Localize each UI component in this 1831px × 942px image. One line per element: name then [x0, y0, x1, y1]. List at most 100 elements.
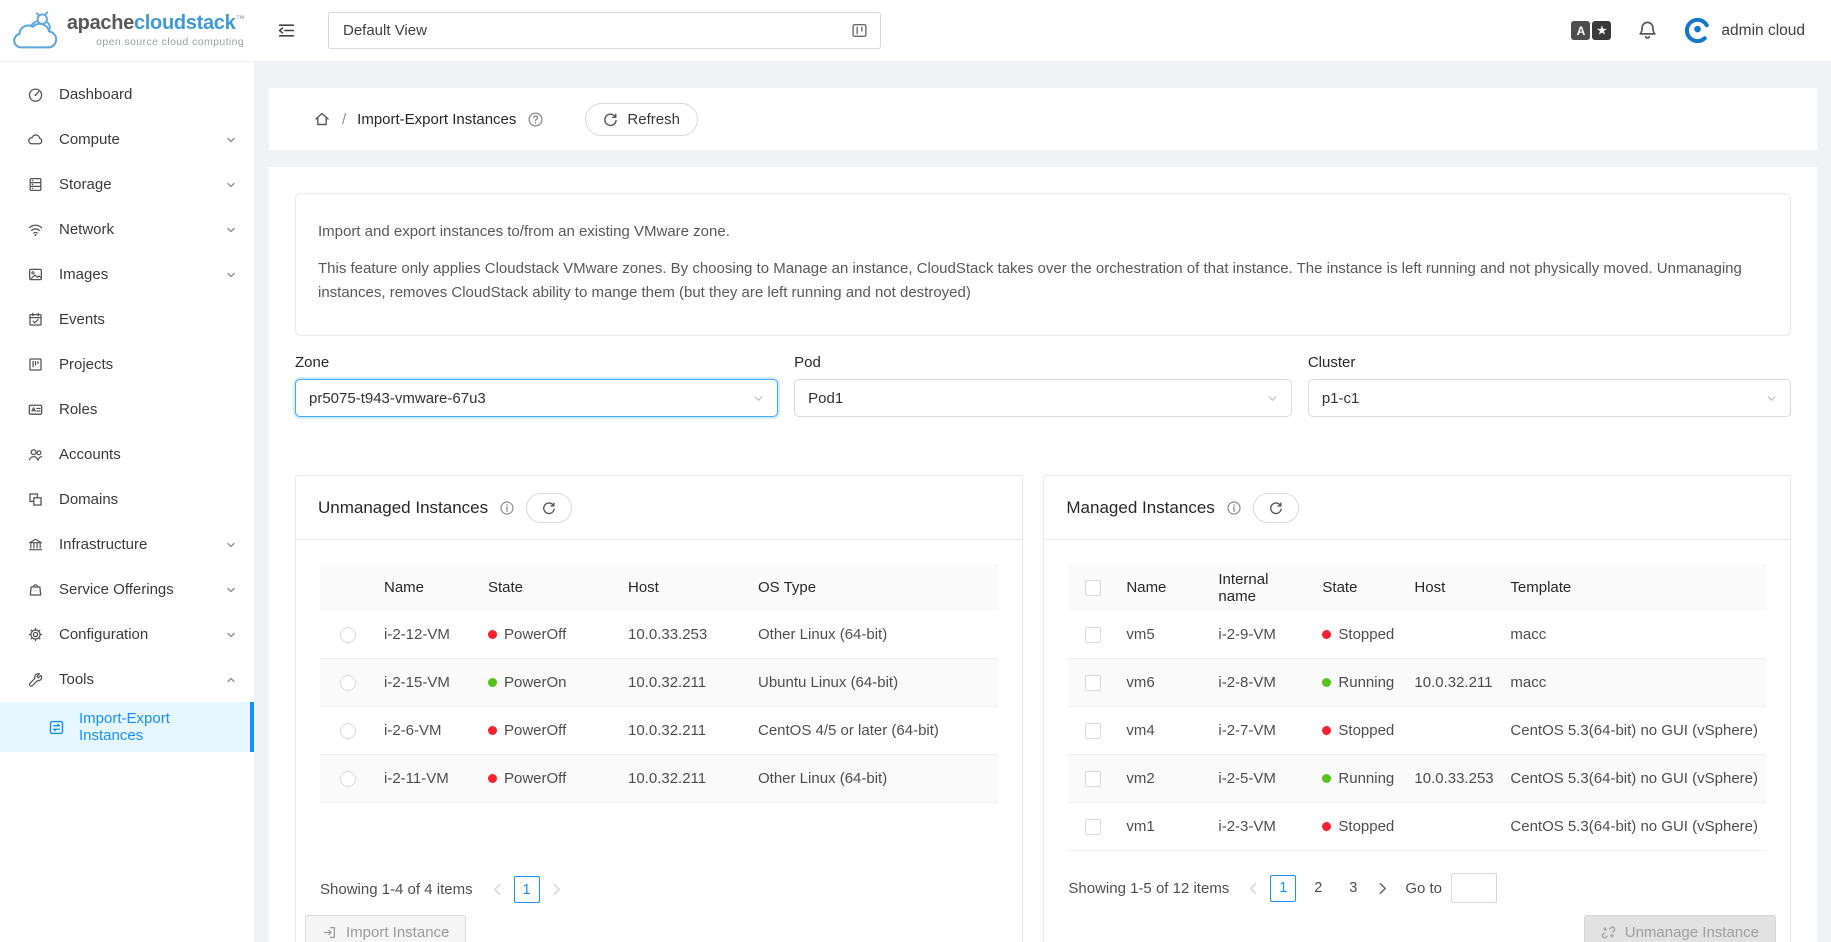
next-page-icon[interactable] [549, 883, 564, 896]
sidebar-item-projects[interactable]: Projects [0, 342, 254, 387]
menu-fold-icon[interactable] [277, 22, 296, 39]
row-radio[interactable] [340, 675, 356, 691]
pod-filter: Pod Pod1 [794, 354, 1292, 417]
page-number-1[interactable]: 1 [1270, 875, 1296, 902]
cluster-filter: Cluster p1-c1 [1308, 354, 1791, 417]
cluster-label: Cluster [1308, 354, 1791, 371]
select-all-checkbox[interactable] [1085, 580, 1101, 596]
brand-apache: apache [67, 12, 134, 34]
cell-internal-name: i-2-8-VM [1210, 674, 1314, 691]
table-row[interactable]: vm4 i-2-7-VM Stopped CentOS 5.3(64-bit) … [1068, 707, 1766, 755]
import-instance-button[interactable]: Import Instance [305, 915, 466, 942]
cell-name: vm1 [1118, 818, 1210, 835]
prev-page-icon[interactable] [490, 883, 505, 896]
page-number-3[interactable]: 3 [1340, 875, 1366, 902]
sidebar-item-label: Roles [59, 401, 97, 418]
pod-select[interactable]: Pod1 [794, 379, 1292, 417]
row-radio[interactable] [340, 723, 356, 739]
zone-select[interactable]: pr5075-t943-vmware-67u3 [295, 379, 778, 417]
sidebar-item-compute[interactable]: Compute [0, 117, 254, 162]
row-checkbox[interactable] [1085, 723, 1101, 739]
row-checkbox[interactable] [1085, 627, 1101, 643]
project-view-icon [851, 22, 868, 39]
import-icon [322, 925, 337, 940]
sidebar-item-storage[interactable]: Storage [0, 162, 254, 207]
cell-state: PowerOff [504, 722, 566, 739]
managed-instances-panel: Managed Instances Name [1043, 475, 1791, 942]
project-icon [27, 356, 44, 373]
cell-internal-name: i-2-3-VM [1210, 818, 1314, 835]
refresh-button[interactable]: Refresh [585, 103, 698, 136]
row-checkbox[interactable] [1085, 819, 1101, 835]
chevron-down-icon [226, 135, 236, 145]
info-circle-icon[interactable] [499, 500, 515, 516]
sidebar-item-accounts[interactable]: Accounts [0, 432, 254, 477]
row-checkbox[interactable] [1085, 675, 1101, 691]
user-menu[interactable]: admin cloud [1684, 17, 1805, 44]
main-content: / Import-Export Instances Refresh Import… [255, 62, 1831, 942]
sidebar-item-infrastructure[interactable]: Infrastructure [0, 522, 254, 567]
cluster-select[interactable]: p1-c1 [1308, 379, 1791, 417]
zone-label: Zone [295, 354, 778, 371]
cell-state: Stopped [1338, 626, 1394, 643]
table-row[interactable]: i-2-12-VM PowerOff 10.0.33.253 Other Lin… [320, 611, 998, 659]
page-number-2[interactable]: 2 [1305, 875, 1331, 902]
sidebar-item-label: Domains [59, 491, 118, 508]
cell-os-type: Other Linux (64-bit) [750, 626, 998, 643]
unmanage-instance-button[interactable]: Unmanage Instance [1584, 915, 1776, 942]
table-row[interactable]: vm1 i-2-3-VM Stopped CentOS 5.3(64-bit) … [1068, 803, 1766, 851]
row-radio[interactable] [340, 627, 356, 643]
home-icon[interactable] [313, 110, 331, 128]
cluster-value: p1-c1 [1322, 390, 1360, 407]
cloudstack-cloud-monkey-icon [11, 11, 59, 51]
pod-value: Pod1 [808, 390, 843, 407]
translate-icon[interactable]: A ★ [1571, 21, 1611, 40]
sidebar-item-network[interactable]: Network [0, 207, 254, 252]
table-row[interactable]: vm6 i-2-8-VM Running 10.0.32.211 macc [1068, 659, 1766, 707]
sidebar-item-configuration[interactable]: Configuration [0, 612, 254, 657]
table-row[interactable]: i-2-11-VM PowerOff 10.0.32.211 Other Lin… [320, 755, 998, 803]
sidebar-item-tools[interactable]: Tools [0, 657, 254, 702]
pod-label: Pod [794, 354, 1292, 371]
sidebar-item-import-export-instances[interactable]: Import-Export Instances [0, 702, 254, 752]
logo-text: apachecloudstack™ open source cloud comp… [67, 13, 244, 48]
managed-refresh-button[interactable] [1253, 493, 1299, 523]
cell-template: macc [1502, 674, 1766, 691]
prev-page-icon[interactable] [1246, 882, 1261, 895]
sidebar-item-roles[interactable]: Roles [0, 387, 254, 432]
top-header: apachecloudstack™ open source cloud comp… [0, 0, 1831, 62]
sidebar-item-images[interactable]: Images [0, 252, 254, 297]
sidebar-item-events[interactable]: Events [0, 297, 254, 342]
chevron-down-icon [226, 585, 236, 595]
view-selector[interactable]: Default View [328, 12, 881, 49]
chevron-down-icon [1267, 393, 1278, 404]
pagination-summary: Showing 1-4 of 4 items [320, 881, 473, 898]
cell-state: Running [1338, 674, 1394, 691]
row-checkbox[interactable] [1085, 771, 1101, 787]
table-row[interactable]: i-2-15-VM PowerOn 10.0.32.211 Ubuntu Lin… [320, 659, 998, 707]
row-radio[interactable] [340, 771, 356, 787]
sidebar-item-label: Accounts [59, 446, 121, 463]
page-number-1[interactable]: 1 [514, 876, 540, 903]
notification-bell-icon[interactable] [1637, 20, 1658, 41]
cell-host: 10.0.32.211 [1406, 674, 1502, 691]
next-page-icon[interactable] [1375, 882, 1390, 895]
sidebar-item-dashboard[interactable]: Dashboard [0, 72, 254, 117]
table-row[interactable]: i-2-6-VM PowerOff 10.0.32.211 CentOS 4/5… [320, 707, 998, 755]
table-row[interactable]: vm5 i-2-9-VM Stopped macc [1068, 611, 1766, 659]
tool-icon [27, 671, 44, 688]
sidebar-item-service-offerings[interactable]: Service Offerings [0, 567, 254, 612]
translate-a-badge: A [1571, 21, 1590, 40]
sidebar-item-label: Images [59, 266, 108, 283]
info-circle-icon[interactable] [1226, 500, 1242, 516]
goto-page-input[interactable] [1451, 873, 1497, 903]
unmanaged-table: Name State Host OS Type i-2-12-VM PowerO… [320, 564, 998, 803]
cloudstack-logo[interactable]: apachecloudstack™ open source cloud comp… [0, 0, 255, 62]
help-circle-icon[interactable] [527, 111, 544, 128]
table-row[interactable]: vm2 i-2-5-VM Running 10.0.33.253 CentOS … [1068, 755, 1766, 803]
unmanaged-refresh-button[interactable] [526, 493, 572, 523]
column-header-internal-name: Internal name [1210, 571, 1314, 605]
state-dot [1322, 678, 1331, 687]
sidebar-item-domains[interactable]: Domains [0, 477, 254, 522]
managed-pagination: Showing 1-5 of 12 items 1 2 3 Go to [1068, 851, 1766, 903]
